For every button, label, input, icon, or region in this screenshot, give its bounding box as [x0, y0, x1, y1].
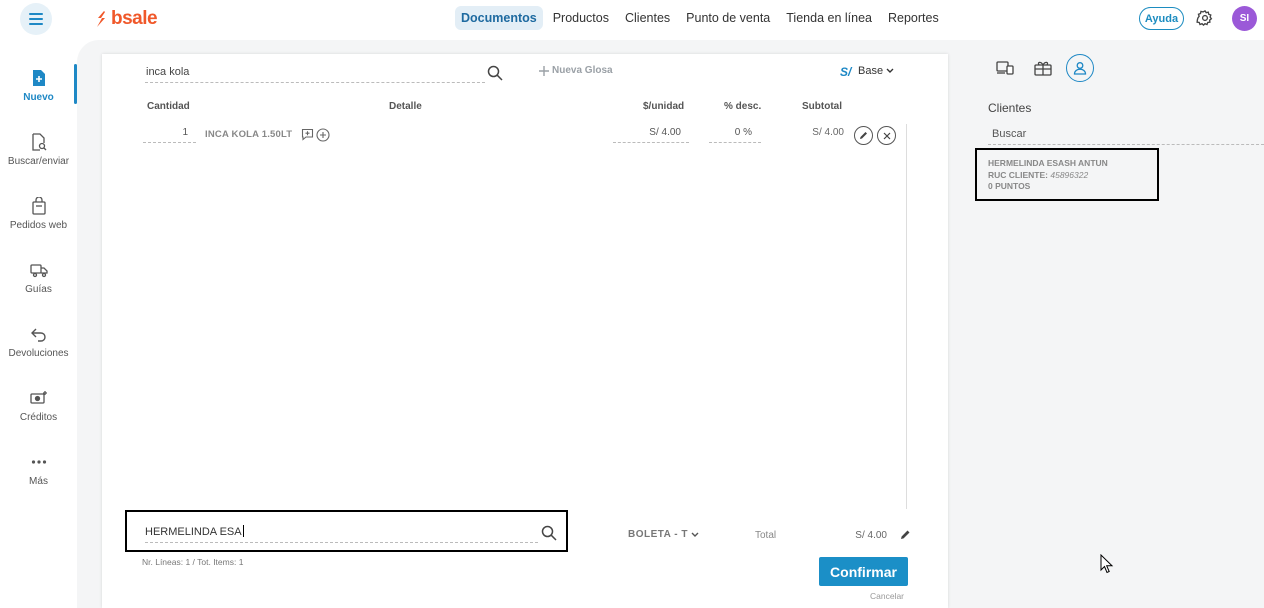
sidebar-item-pedidos-web[interactable]: Pedidos web — [0, 196, 77, 252]
tab-client[interactable] — [1066, 54, 1094, 82]
add-detail-button[interactable] — [316, 128, 330, 147]
price-list-value: Base — [858, 65, 884, 77]
sidebar-item-label: Nuevo — [23, 92, 54, 103]
client-search-input[interactable]: HERMELINDA ESA — [145, 525, 538, 543]
cancel-link[interactable]: Cancelar — [870, 591, 904, 601]
column-header-discount: % desc. — [724, 101, 762, 112]
product-name: INCA KOLA 1.50LT — [205, 129, 293, 140]
nav-clientes[interactable]: Clientes — [619, 6, 676, 30]
sidebar-item-guias[interactable]: Guías — [0, 260, 77, 316]
edit-row-button[interactable] — [854, 126, 873, 145]
new-glosa-button[interactable]: Nueva Glosa — [539, 65, 613, 76]
product-search-input[interactable]: inca kola — [145, 63, 485, 83]
column-header-detail: Detalle — [389, 101, 422, 112]
chevron-down-icon — [886, 68, 894, 73]
sidebar-item-devoluciones[interactable]: Devoluciones — [0, 324, 77, 380]
user-icon — [1073, 62, 1087, 75]
devices-icon — [996, 61, 1014, 75]
hamburger-menu-button[interactable] — [20, 3, 52, 35]
tab-gift[interactable] — [1028, 54, 1058, 82]
sidebar-item-label: Créditos — [19, 412, 58, 423]
more-dots-icon — [29, 452, 49, 472]
client-search-box: HERMELINDA ESA — [125, 510, 568, 552]
money-add-icon — [29, 388, 49, 408]
new-glosa-label: Nueva Glosa — [552, 65, 613, 76]
text-caret — [242, 525, 244, 537]
sidebar-item-label: Buscar/enviar — [7, 156, 70, 167]
total-value: S/ 4.00 — [855, 530, 887, 541]
pencil-icon — [901, 530, 910, 539]
row-subtotal: S/ 4.00 — [812, 127, 844, 138]
top-navigation: Documentos Productos Clientes Punto de v… — [455, 6, 949, 30]
chevron-down-icon — [691, 532, 699, 537]
help-button[interactable]: Ayuda — [1139, 7, 1184, 30]
delete-row-button[interactable] — [877, 126, 896, 145]
unit-price-input[interactable]: S/ 4.00 — [613, 127, 689, 143]
client-name: HERMELINDA ESASH ANTUN — [988, 158, 1108, 168]
sidebar-item-buscar-enviar[interactable]: Buscar/enviar — [0, 132, 77, 188]
right-panel-tabs — [990, 54, 1102, 82]
tab-devices[interactable] — [990, 54, 1020, 82]
client-ruc: 45896322 — [1050, 169, 1089, 180]
document-type-value: BOLETA - T — [628, 529, 688, 540]
document-panel: inca kola Nueva Glosa S/ Base Cantidad D… — [102, 54, 948, 608]
lines-info: Nr. Líneas: 1 / Tot. Items: 1 — [142, 557, 244, 567]
mouse-pointer-icon — [1100, 553, 1114, 579]
truck-icon — [29, 260, 49, 280]
close-icon — [883, 132, 890, 139]
add-comment-button[interactable] — [301, 128, 314, 146]
top-bar: bsale Documentos Productos Clientes Punt… — [0, 0, 1264, 40]
sidebar-item-label: Guías — [25, 284, 52, 295]
client-ruc-label: RUC CLIENTE: — [988, 169, 1048, 180]
new-document-icon — [29, 68, 49, 88]
sidebar-item-nuevo[interactable]: Nuevo — [0, 68, 77, 124]
column-header-unit-price: $/unidad — [643, 101, 685, 112]
search-icon[interactable] — [487, 65, 503, 86]
discount-input[interactable]: 0 % — [709, 127, 761, 143]
pencil-icon — [860, 132, 867, 139]
total-label: Total — [755, 530, 777, 541]
logo-mark-icon — [97, 11, 105, 27]
nav-reportes[interactable]: Reportes — [882, 6, 945, 30]
sidebar-item-label: Devoluciones — [8, 348, 69, 359]
currency-symbol: S/ — [840, 65, 852, 79]
client-result-card[interactable]: HERMELINDA ESASH ANTUN RUC CLIENTE: 4589… — [975, 148, 1159, 201]
gear-icon — [1196, 9, 1213, 27]
clients-title: Clientes — [988, 101, 1032, 115]
gift-card-icon — [1034, 61, 1052, 76]
column-header-quantity: Cantidad — [147, 101, 190, 112]
nav-punto-de-venta[interactable]: Punto de venta — [680, 6, 776, 30]
client-ruc-line: RUC CLIENTE: 45896322 — [988, 170, 1157, 182]
clients-search-input[interactable]: Buscar — [988, 128, 1264, 145]
nav-tienda-en-linea[interactable]: Tienda en línea — [780, 6, 878, 30]
return-arrow-icon — [29, 324, 49, 344]
client-points: 0 PUNTOS — [988, 181, 1031, 191]
comment-add-icon — [301, 128, 314, 141]
divider — [906, 124, 907, 509]
column-header-subtotal: Subtotal — [802, 101, 842, 112]
hamburger-icon — [29, 13, 43, 25]
shopping-bag-icon — [29, 196, 49, 216]
plus-icon — [539, 65, 549, 76]
client-search-value: HERMELINDA ESA — [145, 526, 242, 538]
sidebar: Nuevo Buscar/enviar Pedidos web Guías De… — [0, 40, 77, 608]
bsale-logo[interactable]: bsale — [95, 8, 158, 30]
sidebar-item-label: Más — [29, 476, 48, 487]
sidebar-item-label: Pedidos web — [9, 220, 68, 231]
search-document-icon — [29, 132, 49, 152]
nav-productos[interactable]: Productos — [547, 6, 615, 30]
confirm-button[interactable]: Confirmar — [819, 557, 908, 586]
edit-total-button[interactable] — [900, 527, 911, 545]
user-avatar[interactable]: SI — [1232, 6, 1257, 31]
sidebar-item-creditos[interactable]: Créditos — [0, 388, 77, 444]
settings-button[interactable] — [1196, 9, 1214, 32]
document-type-select[interactable]: BOLETA - T — [628, 529, 699, 540]
logo-text: bsale — [111, 8, 158, 29]
price-list-select[interactable]: Base — [858, 65, 894, 77]
plus-circle-icon — [316, 128, 330, 142]
search-icon[interactable] — [541, 525, 557, 546]
sidebar-item-mas[interactable]: Más — [0, 452, 77, 508]
quantity-input[interactable]: 1 — [143, 127, 196, 143]
nav-documentos[interactable]: Documentos — [455, 6, 543, 30]
